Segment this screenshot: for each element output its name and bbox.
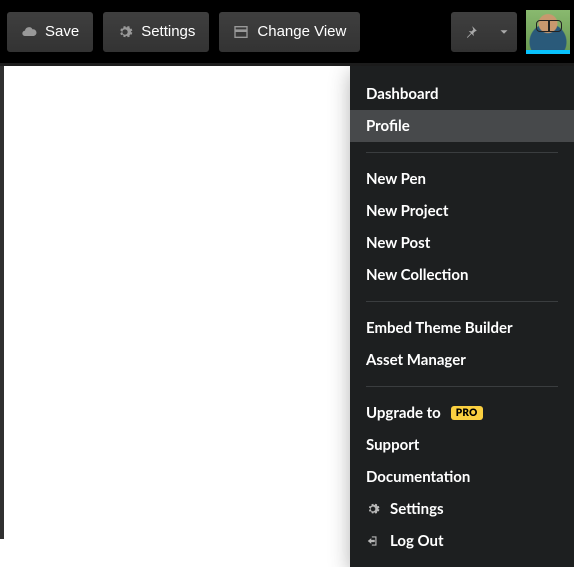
- settings-button[interactable]: Settings: [102, 11, 210, 53]
- menu-label: New Post: [366, 234, 430, 252]
- gear-icon: [366, 502, 380, 516]
- logout-icon: [366, 534, 380, 548]
- menu-label: Settings: [390, 500, 444, 518]
- user-menu: Dashboard Profile New Pen New Project Ne…: [350, 66, 574, 567]
- menu-item-embed-theme-builder[interactable]: Embed Theme Builder: [350, 312, 574, 344]
- gear-icon: [117, 24, 133, 40]
- change-view-label: Change View: [257, 23, 346, 40]
- user-avatar[interactable]: [526, 10, 570, 54]
- menu-item-new-collection[interactable]: New Collection: [350, 259, 574, 291]
- menu-label: Documentation: [366, 468, 470, 486]
- menu-item-dashboard[interactable]: Dashboard: [350, 78, 574, 110]
- menu-item-upgrade[interactable]: Upgrade to PRO: [350, 397, 574, 429]
- layout-icon: [233, 24, 249, 40]
- top-toolbar: Save Settings Change View: [0, 0, 574, 66]
- menu-label: Embed Theme Builder: [366, 319, 513, 337]
- menu-label: Dashboard: [366, 85, 439, 103]
- pin-icon: [464, 25, 478, 39]
- menu-item-logout[interactable]: Log Out: [350, 525, 574, 557]
- settings-label: Settings: [141, 23, 195, 40]
- menu-item-new-post[interactable]: New Post: [350, 227, 574, 259]
- menu-separator: [366, 301, 558, 302]
- left-gutter: [0, 66, 4, 539]
- menu-item-support[interactable]: Support: [350, 429, 574, 461]
- save-label: Save: [45, 23, 79, 40]
- chevron-down-icon: [497, 25, 511, 39]
- toolbar-buttons: Save Settings Change View: [0, 11, 361, 53]
- menu-label: New Pen: [366, 170, 426, 188]
- pin-button[interactable]: [451, 12, 491, 52]
- pin-dropdown-toggle[interactable]: [491, 12, 517, 52]
- pin-button-group: [450, 11, 518, 53]
- menu-label: New Collection: [366, 266, 468, 284]
- pro-badge: PRO: [451, 406, 483, 420]
- menu-item-documentation[interactable]: Documentation: [350, 461, 574, 493]
- menu-label: Asset Manager: [366, 351, 466, 369]
- save-button[interactable]: Save: [6, 11, 94, 53]
- change-view-button[interactable]: Change View: [218, 11, 361, 53]
- menu-item-asset-manager[interactable]: Asset Manager: [350, 344, 574, 376]
- menu-item-new-project[interactable]: New Project: [350, 195, 574, 227]
- menu-label: Log Out: [390, 532, 444, 550]
- menu-separator: [366, 152, 558, 153]
- menu-item-settings[interactable]: Settings: [350, 493, 574, 525]
- menu-item-profile[interactable]: Profile: [350, 110, 574, 142]
- menu-label: New Project: [366, 202, 448, 220]
- menu-item-new-pen[interactable]: New Pen: [350, 163, 574, 195]
- menu-label: Profile: [366, 117, 410, 135]
- cloud-icon: [21, 24, 37, 40]
- menu-separator: [366, 386, 558, 387]
- menu-label: Support: [366, 436, 419, 454]
- menu-label: Upgrade to: [366, 404, 441, 422]
